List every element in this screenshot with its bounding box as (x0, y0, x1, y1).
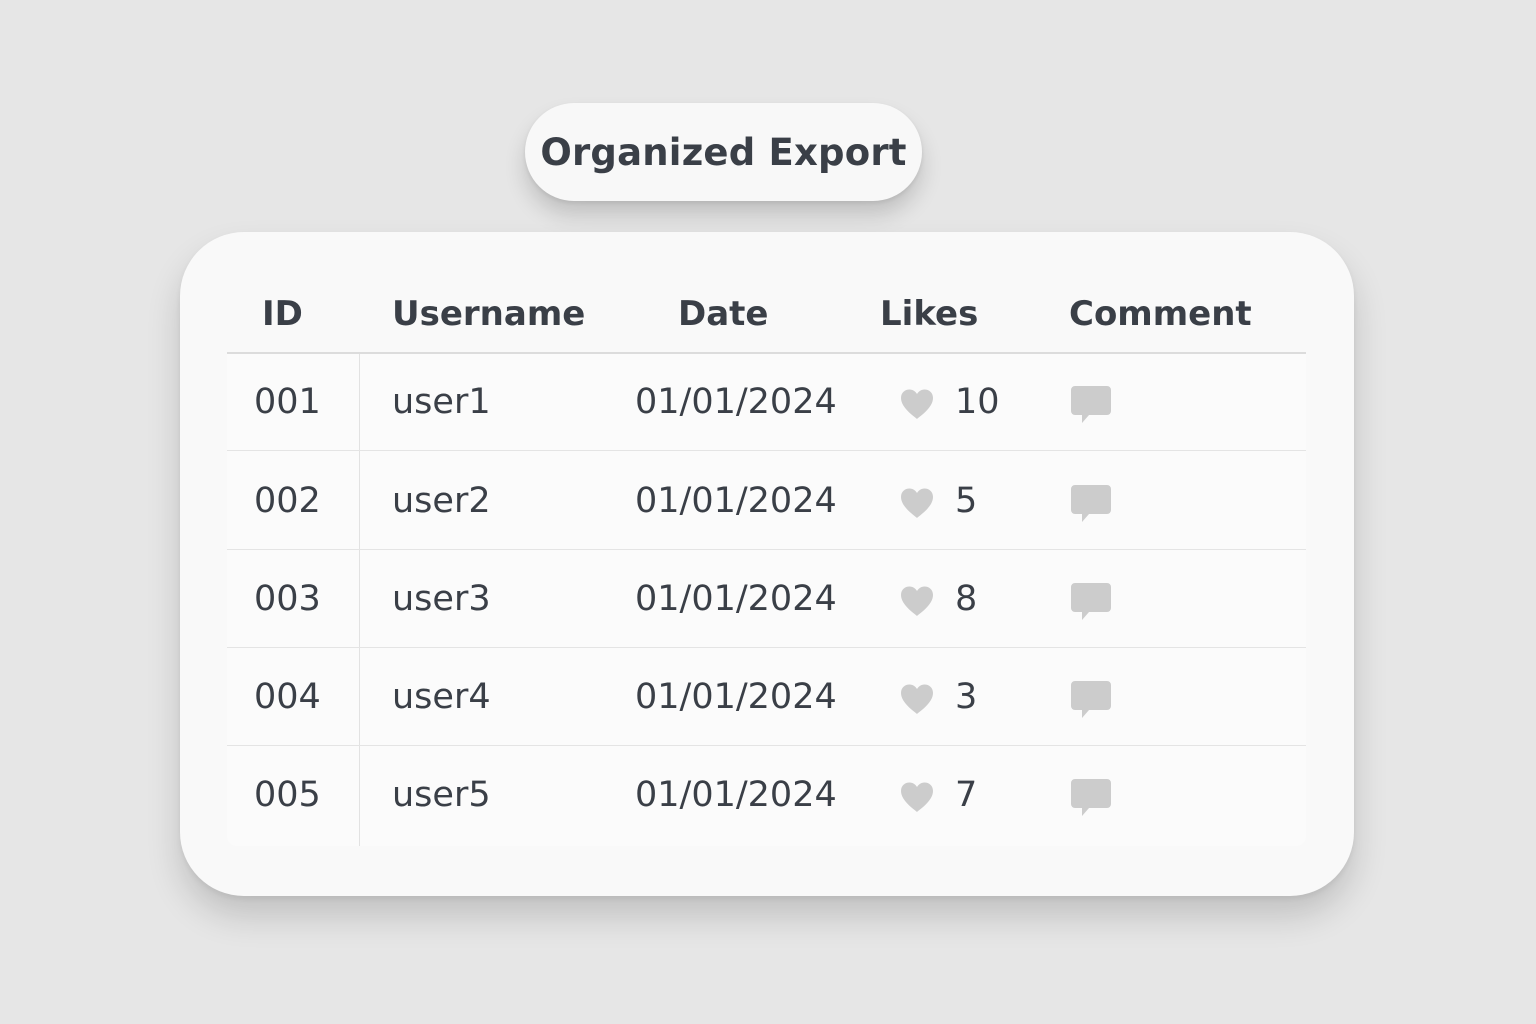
row-date: 01/01/2024 (635, 579, 837, 619)
heart-icon (899, 781, 935, 813)
comment-bubble-icon[interactable] (1069, 581, 1113, 623)
row-id: 003 (254, 579, 321, 619)
table-body: 001 user1 01/01/2024 10 002 user2 01/01/… (227, 354, 1306, 846)
table-row[interactable]: 004 user4 01/01/2024 3 (227, 649, 1306, 746)
comment-bubble-icon[interactable] (1069, 483, 1113, 525)
table-row[interactable]: 005 user5 01/01/2024 7 (227, 747, 1306, 844)
row-date: 01/01/2024 (635, 775, 837, 815)
header-likes: Likes (880, 294, 979, 334)
heart-icon (899, 388, 935, 420)
row-id: 001 (254, 382, 321, 422)
header-comment: Comment (1069, 294, 1252, 334)
row-username: user1 (392, 382, 491, 422)
heart-icon (899, 683, 935, 715)
heart-icon (899, 585, 935, 617)
table-header: ID Username Date Likes Comment (227, 286, 1306, 354)
organized-export-button[interactable]: Organized Export (525, 103, 922, 201)
row-likes: 8 (955, 579, 978, 619)
table-row[interactable]: 001 user1 01/01/2024 10 (227, 354, 1306, 451)
row-likes: 3 (955, 677, 978, 717)
row-likes: 5 (955, 481, 978, 521)
header-date: Date (678, 294, 769, 334)
comment-bubble-icon[interactable] (1069, 777, 1113, 819)
heart-icon (899, 487, 935, 519)
comment-bubble-icon[interactable] (1069, 679, 1113, 721)
comment-bubble-icon[interactable] (1069, 384, 1113, 426)
row-id: 004 (254, 677, 321, 717)
row-id: 002 (254, 481, 321, 521)
row-username: user4 (392, 677, 491, 717)
row-username: user2 (392, 481, 491, 521)
table-row[interactable]: 002 user2 01/01/2024 5 (227, 453, 1306, 550)
row-username: user3 (392, 579, 491, 619)
header-username: Username (392, 294, 586, 334)
table-row[interactable]: 003 user3 01/01/2024 8 (227, 551, 1306, 648)
organized-export-label: Organized Export (540, 130, 907, 174)
row-date: 01/01/2024 (635, 481, 837, 521)
row-id: 005 (254, 775, 321, 815)
row-date: 01/01/2024 (635, 677, 837, 717)
header-id: ID (262, 294, 303, 334)
row-likes: 10 (955, 382, 1000, 422)
row-date: 01/01/2024 (635, 382, 837, 422)
row-likes: 7 (955, 775, 978, 815)
data-table-card: ID Username Date Likes Comment 001 user1… (180, 232, 1354, 896)
row-username: user5 (392, 775, 491, 815)
